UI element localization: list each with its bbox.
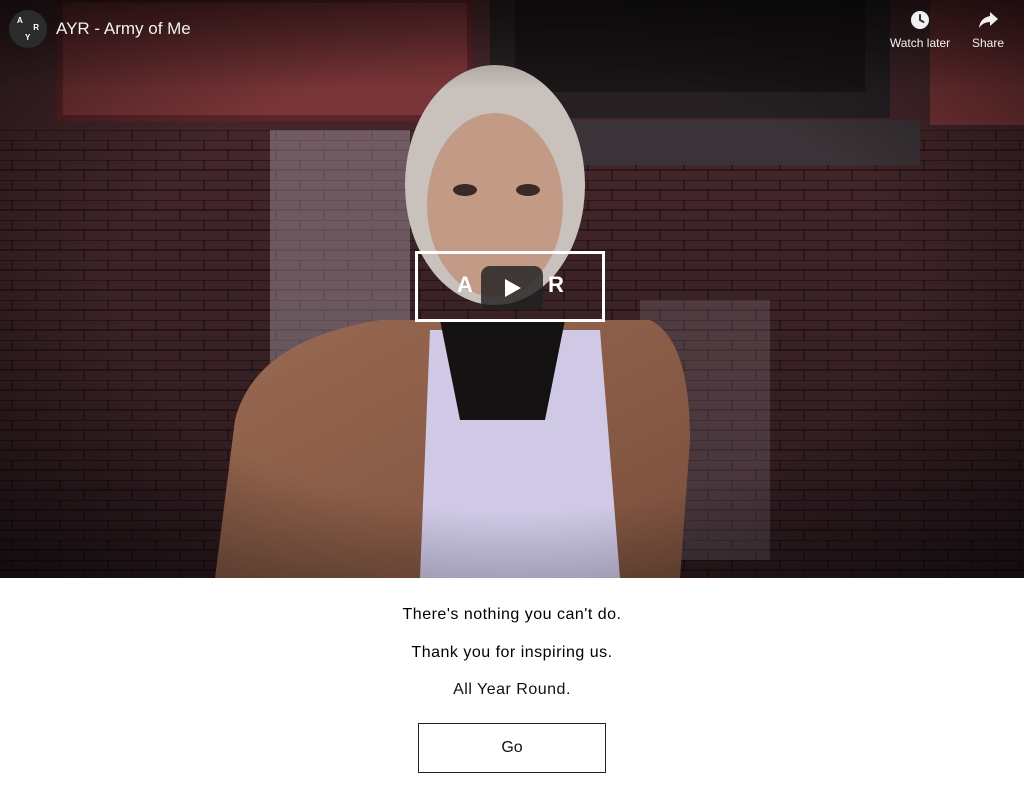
message-line: Thank you for inspiring us. [411, 644, 613, 661]
avatar-letter: R [33, 23, 39, 32]
channel-avatar[interactable]: A R Y [9, 10, 47, 48]
avatar-letter: A [17, 16, 23, 25]
share-label: Share [971, 36, 1005, 50]
message-tagline: All Year Round. [453, 681, 571, 698]
ayr-logo-letter: A [457, 272, 474, 297]
watch-later-button[interactable]: Watch later [884, 10, 956, 50]
play-button[interactable] [481, 266, 543, 310]
message-line: There's nothing you can't do. [402, 606, 622, 623]
share-arrow-icon [979, 12, 998, 28]
video-title[interactable]: AYR - Army of Me [56, 19, 191, 39]
go-button[interactable]: Go [418, 723, 606, 773]
clock-icon [911, 11, 929, 29]
play-icon [505, 279, 521, 297]
watch-later-label: Watch later [889, 36, 951, 50]
video-top-bar [0, 0, 1024, 90]
ayr-logo-letter: R [548, 272, 565, 297]
share-button[interactable]: Share [966, 10, 1010, 50]
video-player[interactable]: A R Y AYR - Army of Me Watch later Share… [0, 0, 1024, 578]
avatar-letter: Y [25, 33, 31, 42]
